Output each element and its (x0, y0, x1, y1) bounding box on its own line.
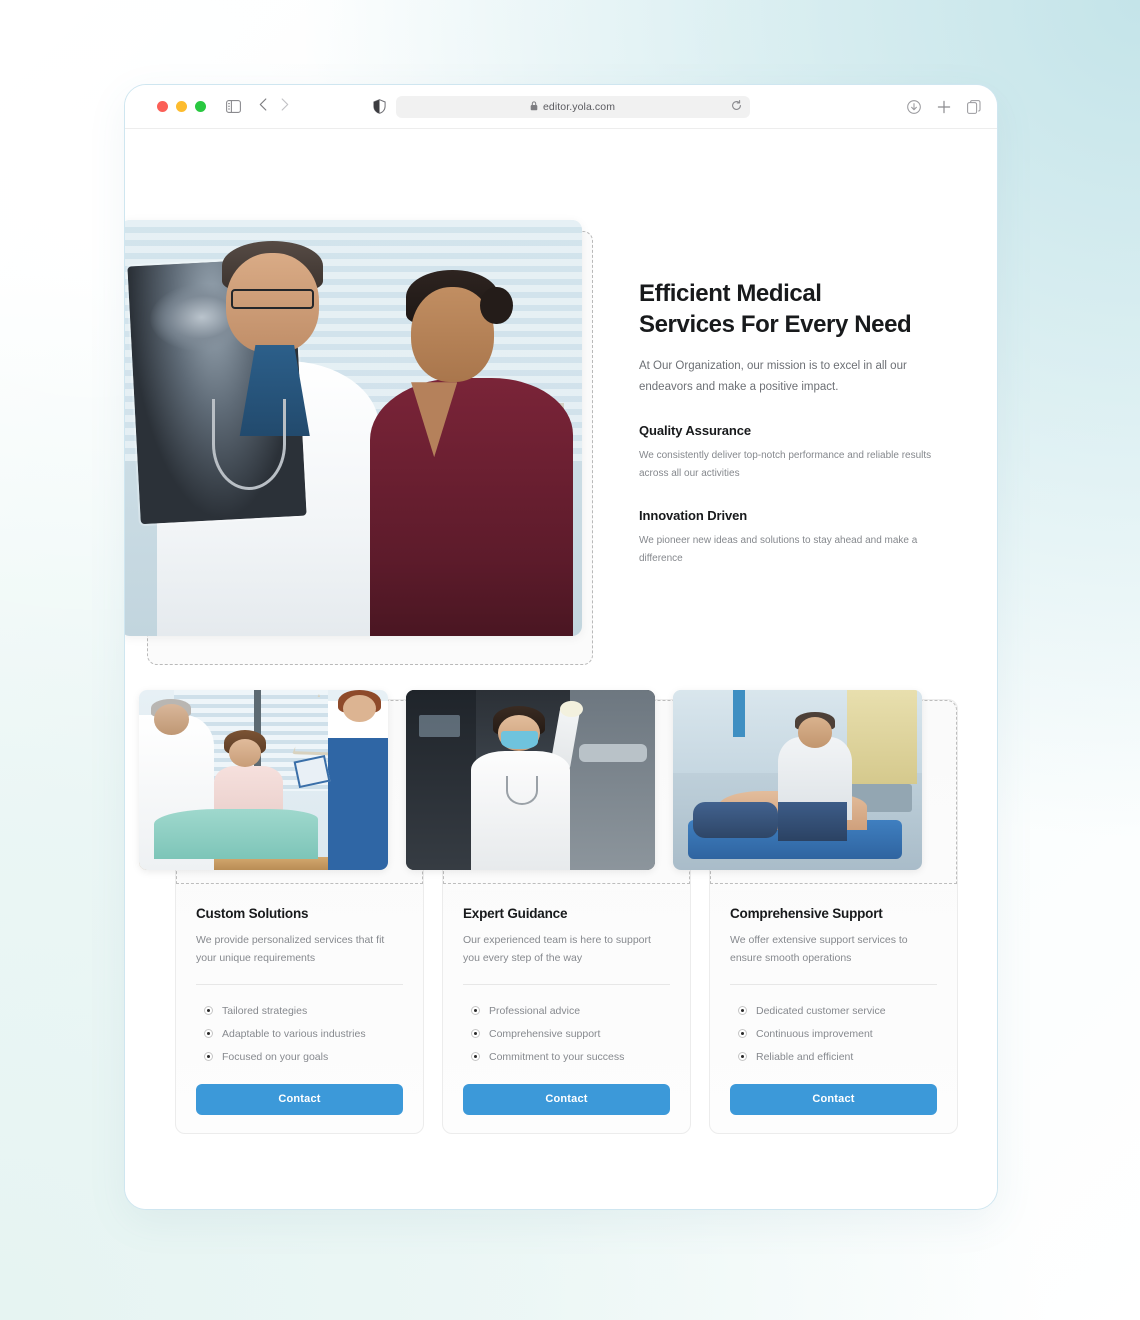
card-divider (730, 984, 937, 986)
contact-button[interactable]: Contact (730, 1084, 937, 1116)
feature-title: Innovation Driven (639, 508, 748, 524)
bullet-icon (738, 1006, 747, 1016)
list-item-label: Tailored strategies (222, 1004, 308, 1017)
card-feature-list: Professional advice Comprehensive suppor… (463, 999, 670, 1068)
service-cards-row: Custom Solutions We provide personalized… (139, 690, 959, 1135)
sidebar-toggle-icon[interactable] (226, 100, 241, 113)
card-body: Expert Guidance Our experienced team is … (443, 884, 690, 1068)
tab-overview-icon[interactable] (967, 99, 981, 114)
chevron-right-icon[interactable] (281, 98, 289, 115)
reload-icon[interactable] (731, 99, 742, 114)
card-description: We provide personalized services that fi… (196, 934, 385, 965)
card-divider (196, 984, 403, 986)
plus-icon[interactable] (937, 100, 951, 114)
list-item-label: Dedicated customer service (756, 1004, 886, 1017)
card-image[interactable] (406, 690, 655, 870)
list-item-label: Continuous improvement (756, 1027, 873, 1040)
list-item: Dedicated customer service (730, 999, 937, 1022)
list-item-label: Comprehensive support (489, 1027, 601, 1040)
bullet-icon (204, 1029, 213, 1039)
contact-button[interactable]: Contact (463, 1084, 670, 1116)
feature-quality-assurance: Quality Assurance We consistently delive… (639, 423, 939, 482)
maximize-window-button[interactable] (195, 101, 206, 112)
feature-body: We consistently deliver top-notch perfor… (639, 450, 932, 479)
card-image[interactable] (673, 690, 922, 870)
list-item-label: Commitment to your success (489, 1050, 625, 1063)
hero-image-selection-frame[interactable] (125, 220, 593, 665)
list-item-label: Adaptable to various industries (222, 1027, 366, 1040)
card-photo-illustration (139, 690, 388, 870)
card-image-selection-frame[interactable] (673, 690, 957, 884)
list-item-label: Reliable and efficient (756, 1050, 854, 1063)
card-title: Custom Solutions (196, 906, 309, 921)
privacy-shield-icon[interactable] (372, 99, 386, 114)
url-text: editor.yola.com (542, 100, 616, 113)
card-feature-list: Tailored strategies Adaptable to various… (196, 999, 403, 1068)
card-image[interactable] (139, 690, 388, 870)
list-item: Adaptable to various industries (196, 1022, 403, 1045)
list-item-label: Focused on your goals (222, 1050, 329, 1063)
hero-image[interactable] (125, 220, 582, 636)
card-image-selection-frame[interactable] (139, 690, 423, 884)
close-window-button[interactable] (157, 101, 168, 112)
bullet-icon (738, 1052, 747, 1062)
bullet-icon (204, 1006, 213, 1016)
hero-photo-illustration (125, 220, 582, 636)
download-icon[interactable] (907, 99, 921, 114)
list-item: Continuous improvement (730, 1022, 937, 1045)
lock-icon (530, 100, 538, 113)
contact-button[interactable]: Contact (196, 1084, 403, 1116)
card-feature-list: Dedicated customer service Continuous im… (730, 999, 937, 1068)
card-description: We offer extensive support services to e… (730, 934, 908, 965)
toolbar-right-actions (907, 99, 981, 114)
card-title: Expert Guidance (463, 906, 568, 921)
hero-subtitle: At Our Organization, our mission is to e… (639, 360, 907, 393)
card-photo-illustration (673, 690, 922, 870)
card-divider (463, 984, 670, 986)
list-item: Reliable and efficient (730, 1045, 937, 1068)
bullet-icon (471, 1052, 480, 1062)
list-item: Professional advice (463, 999, 670, 1022)
list-item: Tailored strategies (196, 999, 403, 1022)
browser-window: editor.yola.com Efficient Medical Servic… (124, 84, 998, 1210)
list-item: Commitment to your success (463, 1045, 670, 1068)
feature-innovation-driven: Innovation Driven We pioneer new ideas a… (639, 508, 939, 567)
bullet-icon (204, 1052, 213, 1062)
chevron-left-icon[interactable] (259, 98, 267, 115)
address-bar[interactable]: editor.yola.com (395, 95, 750, 118)
service-card-custom-solutions[interactable]: Custom Solutions We provide personalized… (139, 690, 424, 1135)
card-body: Comprehensive Support We offer extensive… (710, 884, 957, 1068)
feature-title: Quality Assurance (639, 423, 751, 439)
hero-title-line-1: Efficient Medical (639, 280, 822, 307)
card-title: Comprehensive Support (730, 906, 883, 921)
bullet-icon (471, 1006, 480, 1016)
card-description: Our experienced team is here to support … (463, 934, 651, 965)
list-item-label: Professional advice (489, 1004, 581, 1017)
list-item: Comprehensive support (463, 1022, 670, 1045)
service-card-expert-guidance[interactable]: Expert Guidance Our experienced team is … (406, 690, 691, 1135)
minimize-window-button[interactable] (176, 101, 187, 112)
bullet-icon (738, 1029, 747, 1039)
address-bar-zone: editor.yola.com (125, 85, 997, 128)
website-page-canvas: Efficient Medical Services For Every Nee… (125, 129, 997, 1209)
feature-body: We pioneer new ideas and solutions to st… (639, 535, 918, 564)
card-image-selection-frame[interactable] (406, 690, 690, 884)
service-card-comprehensive-support[interactable]: Comprehensive Support We offer extensive… (673, 690, 958, 1135)
card-photo-illustration (406, 690, 655, 870)
hero-text-block: Efficient Medical Services For Every Nee… (639, 279, 939, 567)
browser-navigation[interactable] (259, 98, 289, 115)
bullet-icon (471, 1029, 480, 1039)
page-title: Efficient Medical Services For Every Nee… (639, 279, 939, 340)
list-item: Focused on your goals (196, 1045, 403, 1068)
browser-toolbar: editor.yola.com (125, 85, 997, 129)
window-traffic-lights[interactable] (157, 101, 206, 112)
card-body: Custom Solutions We provide personalized… (176, 884, 423, 1068)
hero-title-line-2: Services For Every Need (639, 310, 912, 338)
